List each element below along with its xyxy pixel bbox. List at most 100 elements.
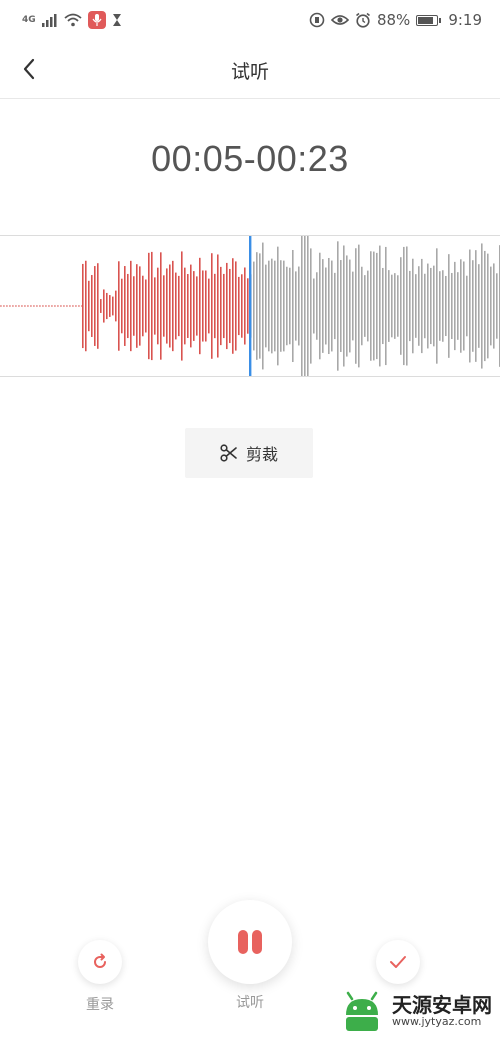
waveform-bar xyxy=(430,267,432,345)
waveform[interactable] xyxy=(0,235,500,377)
silence-dot xyxy=(51,305,53,307)
waveform-bar xyxy=(244,267,246,345)
waveform-bar xyxy=(208,278,210,334)
confirm-button[interactable] xyxy=(376,940,420,984)
waveform-bar xyxy=(259,253,261,359)
waveform-bar xyxy=(406,246,408,366)
waveform-bar xyxy=(193,271,195,341)
waveform-bar xyxy=(349,259,351,353)
waveform-bar xyxy=(337,241,339,371)
alarm-icon xyxy=(355,12,370,28)
status-right: 88% 9:19 xyxy=(309,11,482,29)
waveform-bar xyxy=(178,275,180,337)
waveform-bar xyxy=(226,262,228,350)
waveform-bar xyxy=(439,271,441,341)
trim-button[interactable]: 剪裁 xyxy=(185,428,313,478)
silence-dot xyxy=(3,305,5,307)
waveform-bar xyxy=(136,264,138,348)
waveform-bar xyxy=(202,270,204,342)
waveform-bar xyxy=(352,271,354,341)
waveform-bar xyxy=(343,245,345,367)
waveform-bar xyxy=(472,260,474,352)
status-bar: 4G 88% 9:19 xyxy=(0,0,500,40)
watermark-text: 天源安卓网 www.jytyaz.com xyxy=(392,995,492,1028)
waveform-bar xyxy=(97,263,99,349)
waveform-bar xyxy=(436,248,438,364)
trim-label: 剪裁 xyxy=(245,445,278,464)
waveform-bar xyxy=(283,260,285,352)
pause-button[interactable] xyxy=(208,900,292,984)
silence-dot xyxy=(42,305,44,307)
silence-dot xyxy=(69,305,71,307)
waveform-bar xyxy=(403,246,405,366)
waveform-bar xyxy=(370,251,372,361)
waveform-bar xyxy=(190,264,192,348)
waveform-bar xyxy=(466,275,468,337)
waveform-bar xyxy=(301,236,303,376)
scissors-icon xyxy=(220,444,237,462)
silence-dot xyxy=(45,305,47,307)
silence-dot xyxy=(15,305,17,307)
waveform-bar xyxy=(487,253,489,359)
waveform-bar xyxy=(415,274,417,338)
waveform-bar xyxy=(172,260,174,352)
waveform-bar xyxy=(382,267,384,345)
signal-icon xyxy=(41,14,57,27)
waveform-bar xyxy=(391,274,393,338)
waveform-bar xyxy=(454,261,456,351)
waveform-bar xyxy=(274,260,276,352)
waveform-bar xyxy=(307,236,309,376)
network-type: 4G xyxy=(22,15,36,25)
waveform-bar xyxy=(412,258,414,354)
waveform-bar xyxy=(124,266,126,346)
waveform-bar xyxy=(82,263,84,349)
waveform-bar xyxy=(220,266,222,346)
waveform-bar xyxy=(139,266,141,346)
silence-dot xyxy=(18,305,20,307)
waveform-bar xyxy=(277,246,279,366)
waveform-bar xyxy=(367,270,369,342)
clock: 9:19 xyxy=(448,11,482,29)
waveform-bar xyxy=(388,270,390,342)
mic-recording-icon xyxy=(87,11,106,29)
waveform-bar xyxy=(481,243,483,369)
waveform-bar xyxy=(145,279,147,333)
waveform-bar xyxy=(460,259,462,353)
waveform-bar xyxy=(400,257,402,355)
hourglass-icon xyxy=(112,14,121,26)
waveform-bar xyxy=(100,299,102,313)
silence-dot xyxy=(33,305,35,307)
waveform-bar xyxy=(475,250,477,362)
check-icon xyxy=(390,956,406,968)
waveform-bar xyxy=(169,264,171,348)
silence-dot xyxy=(21,305,23,307)
waveform-bar xyxy=(490,266,492,346)
waveform-bar xyxy=(268,260,270,352)
waveform-bar xyxy=(292,249,294,363)
waveform-bar xyxy=(340,260,342,352)
waveform-bar xyxy=(214,273,216,339)
waveform-bar xyxy=(445,275,447,337)
waveform-bar xyxy=(166,268,168,344)
waveform-bar xyxy=(361,266,363,346)
watermark-url: www.jytyaz.com xyxy=(392,1014,482,1028)
waveform-bar xyxy=(154,277,156,335)
waveform-bar xyxy=(175,272,177,340)
silence-dot xyxy=(0,305,2,307)
watermark: 天源安卓网 www.jytyaz.com xyxy=(338,987,492,1035)
waveform-bar xyxy=(196,276,198,336)
silence-dot xyxy=(54,305,56,307)
battery-fill xyxy=(418,16,434,24)
waveform-bar xyxy=(322,259,324,353)
silence-dot xyxy=(9,305,11,307)
playhead[interactable] xyxy=(249,236,252,376)
waveform-bar xyxy=(355,248,357,364)
waveform-bar xyxy=(325,267,327,345)
rerecord-button[interactable] xyxy=(78,940,122,984)
waveform-bar xyxy=(304,236,306,376)
silence-dot xyxy=(63,305,65,307)
waveform-bar xyxy=(457,272,459,340)
waveform-bar xyxy=(328,257,330,355)
waveform-bar xyxy=(280,260,282,352)
waveform-bar xyxy=(127,273,129,339)
